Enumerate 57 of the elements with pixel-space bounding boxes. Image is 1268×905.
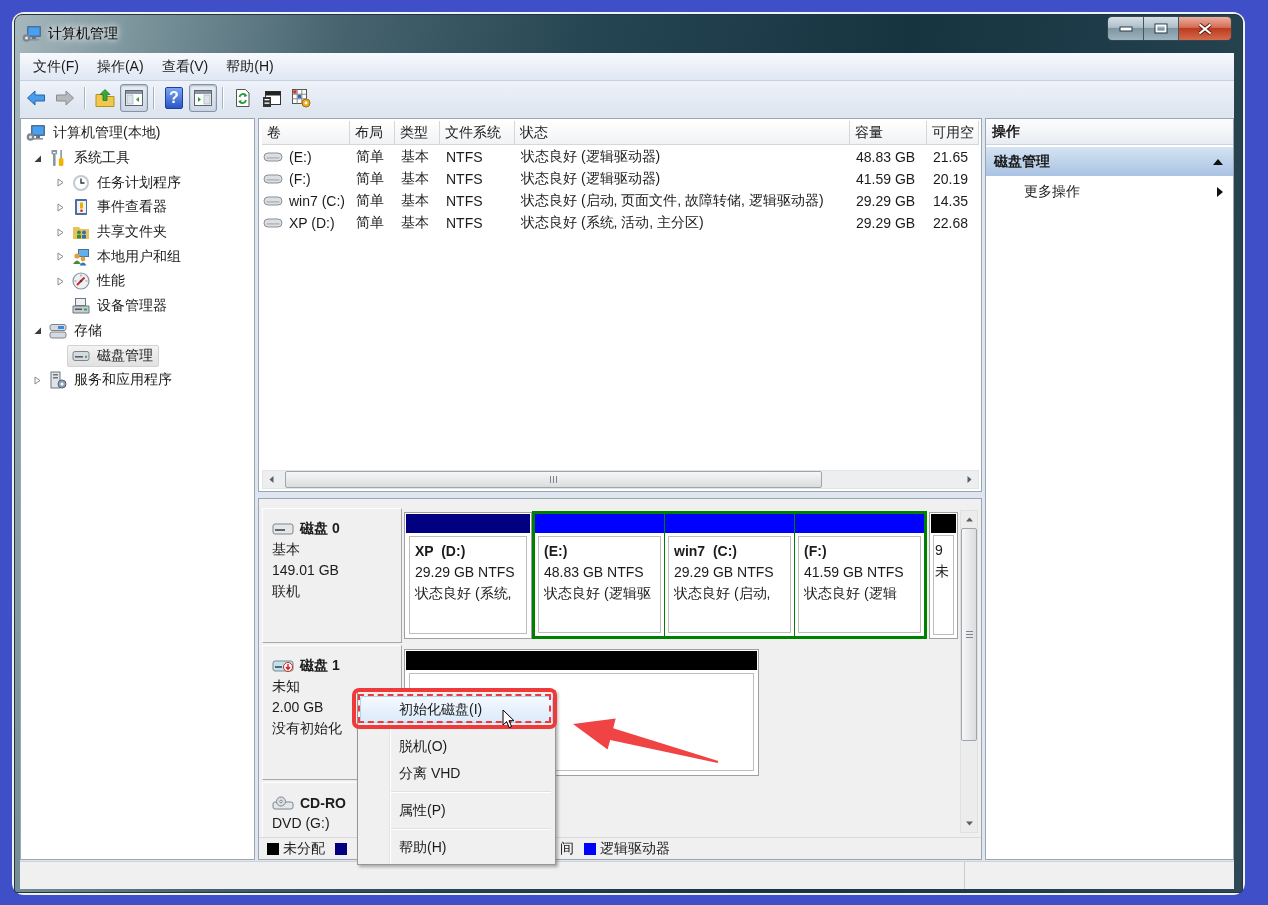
table-cell-text: 14.35	[932, 193, 970, 209]
partition-title: XP (D:)	[415, 542, 467, 561]
legend-label: 逻辑驱动器	[600, 839, 670, 858]
table-cell-text: 简单	[355, 214, 385, 232]
partition-info: 41.59 GB NTFS	[804, 563, 905, 582]
table-cell-text: NTFS	[445, 149, 484, 165]
disk-info-text: 没有初始化	[272, 719, 343, 738]
legend-label: 未分配	[283, 839, 325, 858]
partition-title: (E:)	[544, 542, 569, 561]
table-cell-text: NTFS	[445, 193, 484, 209]
table-cell-text: 简单	[355, 148, 385, 166]
table-cell-text: 状态良好 (逻辑驱动器)	[520, 170, 662, 188]
table-cell-text: 状态良好 (逻辑驱动器)	[520, 148, 662, 166]
partition-info: 29.29 GB NTFS	[415, 563, 516, 582]
table-cell-text: 状态良好 (启动, 页面文件, 故障转储, 逻辑驱动器)	[520, 192, 825, 210]
table-cell: (F:)	[289, 171, 311, 187]
partition-info: 状态良好 (逻辑	[804, 584, 898, 603]
disk-info-text: 联机	[272, 582, 301, 601]
disk-info-text: DVD (G:)	[272, 814, 331, 833]
disk-name: 磁盘 0	[300, 519, 340, 538]
table-cell: XP (D:)	[289, 215, 335, 231]
window-title: 计算机管理	[48, 25, 118, 43]
partition-info: 状态良好 (逻辑驱	[544, 584, 652, 603]
disk-info-text: 基本	[272, 540, 301, 559]
table-cell-text: NTFS	[445, 171, 484, 187]
disk-info-text: 149.01 GB	[272, 561, 340, 580]
partition-title: (F:)	[804, 542, 828, 561]
table-cell-text: 20.19	[932, 171, 970, 187]
table-cell-text: 基本	[400, 148, 430, 166]
pane-header: 操作	[986, 119, 1233, 145]
table-cell-text: 22.68	[932, 215, 970, 231]
table-cell: win7 (C:)	[289, 193, 345, 209]
table-cell-text: 简单	[355, 192, 385, 210]
partition-info: 9	[935, 541, 944, 560]
table-cell-text: 基本	[400, 214, 430, 232]
table-cell-text: 简单	[355, 170, 385, 188]
table-cell-text: 基本	[400, 192, 430, 210]
table-cell-text: 29.29 GB	[855, 215, 917, 231]
table-cell-text: NTFS	[445, 215, 484, 231]
table-cell-text: 基本	[400, 170, 430, 188]
partition-info: 状态良好 (启动,	[674, 584, 772, 603]
table-cell: (E:)	[289, 149, 312, 165]
table-cell-text: 状态良好 (系统, 活动, 主分区)	[520, 214, 705, 232]
disk-name: 磁盘 1	[300, 656, 340, 675]
legend-label: 间	[560, 839, 574, 858]
partition-info: 未	[935, 562, 950, 581]
disk-info-text: 2.00 GB	[272, 698, 325, 717]
table-cell-text: 29.29 GB	[855, 193, 917, 209]
partition-info: 48.83 GB NTFS	[544, 563, 645, 582]
table-cell-text: 48.83 GB	[855, 149, 917, 165]
disk-name: CD-RO	[300, 794, 346, 811]
table-cell-text: 21.65	[932, 149, 970, 165]
partition-title: win7 (C:)	[674, 542, 738, 561]
table-cell-text: 41.59 GB	[855, 171, 917, 187]
partition-info: 29.29 GB NTFS	[674, 563, 775, 582]
partition-info: 状态良好 (系统,	[415, 584, 513, 603]
disk-info-text: 未知	[272, 677, 301, 696]
